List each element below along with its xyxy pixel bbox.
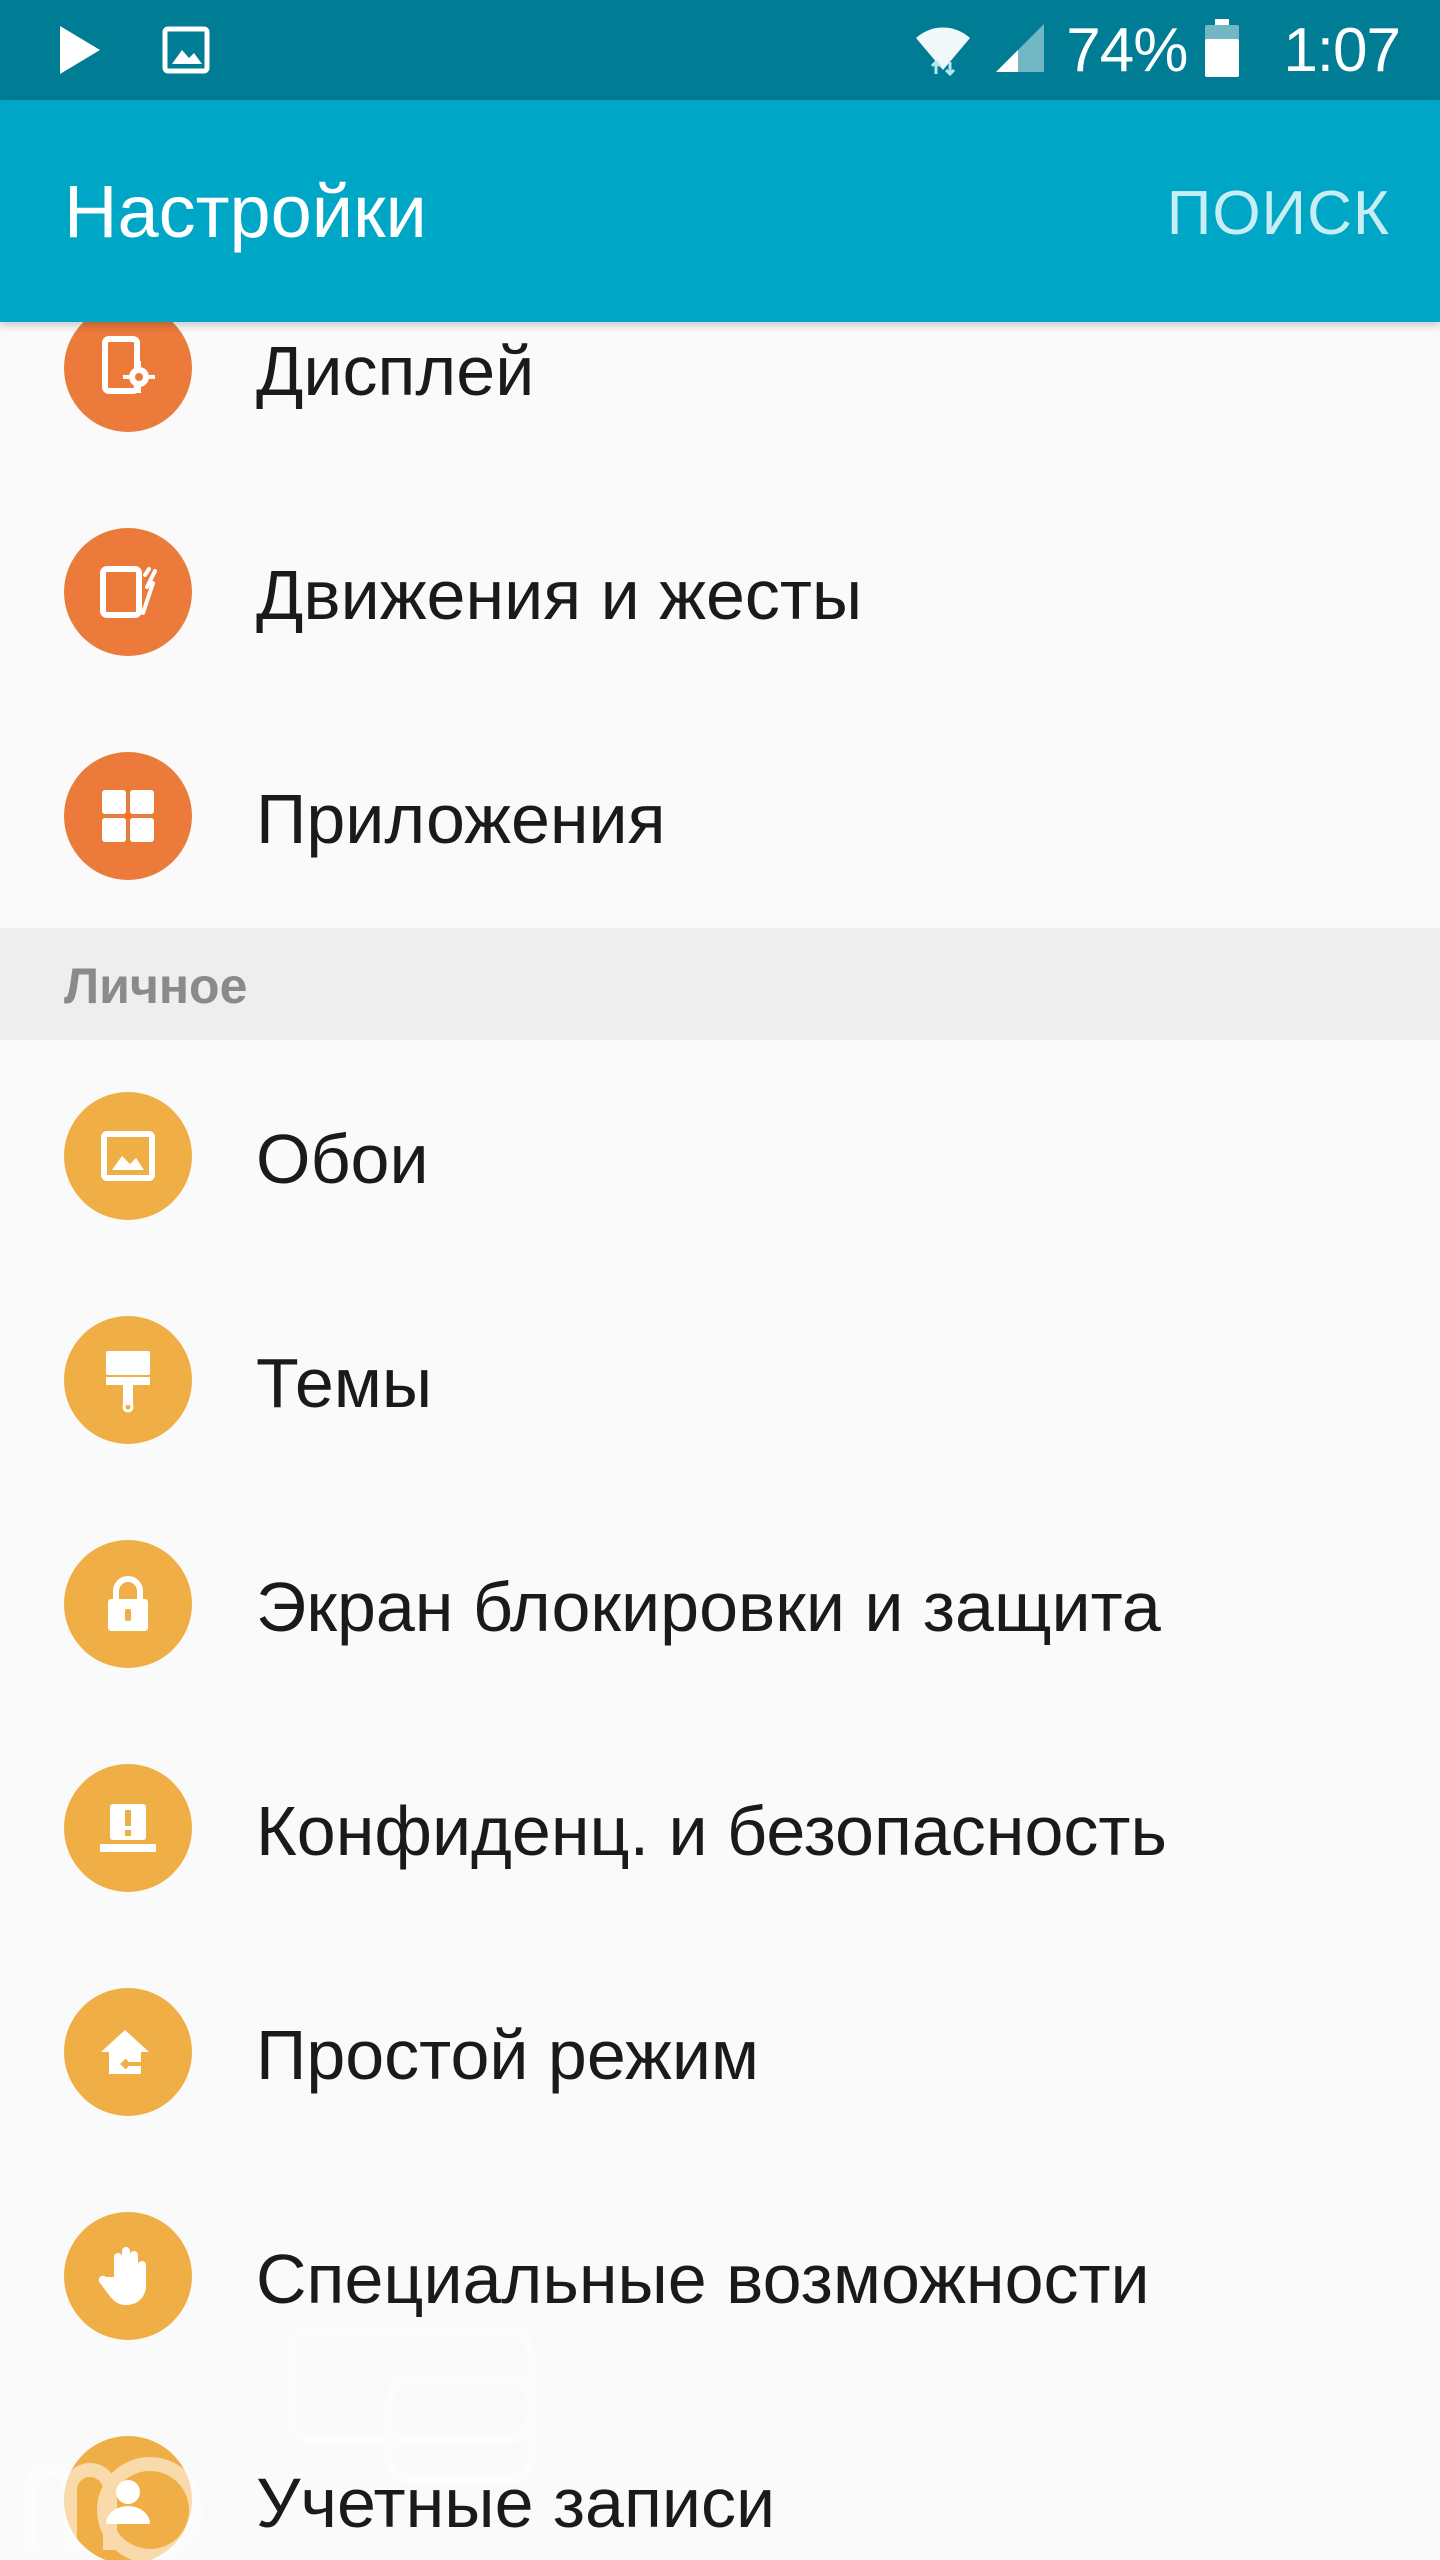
settings-item-label: Дисплей — [256, 332, 535, 410]
gallery-icon — [162, 26, 210, 79]
settings-item-motions[interactable]: Движения и жесты — [0, 480, 1440, 704]
display-settings-icon — [64, 304, 192, 432]
settings-item-accessibility[interactable]: Специальные возможности — [0, 2160, 1440, 2384]
privacy-safety-icon — [64, 1764, 192, 1892]
settings-item-label: Учетные записи — [256, 2464, 776, 2542]
accessibility-hand-icon — [64, 2212, 192, 2340]
themes-brush-icon — [64, 1316, 192, 1444]
wallpaper-icon — [64, 1092, 192, 1220]
settings-item-themes[interactable]: Темы — [0, 1264, 1440, 1488]
settings-item-label: Приложения — [256, 780, 666, 858]
battery-percent: 74% — [1066, 15, 1188, 85]
battery-icon — [1205, 18, 1240, 82]
status-bar: 74% 1:07 — [0, 0, 1440, 100]
accounts-icon — [64, 2436, 192, 2560]
wifi-icon — [912, 20, 974, 81]
page-title: Настройки — [64, 170, 427, 253]
settings-item-label: Конфиденц. и безопасность — [256, 1792, 1167, 1870]
clock: 1:07 — [1283, 15, 1401, 85]
settings-item-privacy[interactable]: Конфиденц. и безопасность — [0, 1712, 1440, 1936]
settings-item-label: Движения и жесты — [256, 556, 863, 634]
apps-icon — [64, 752, 192, 880]
signal-icon — [992, 20, 1048, 81]
motion-gestures-icon — [64, 528, 192, 656]
settings-item-accounts[interactable]: Учетные записи — [0, 2384, 1440, 2560]
settings-item-lock-screen[interactable]: Экран блокировки и защита — [0, 1488, 1440, 1712]
lock-icon — [64, 1540, 192, 1668]
section-header-personal: Личное — [0, 928, 1440, 1040]
play-store-icon — [58, 24, 102, 81]
settings-item-label: Экран блокировки и защита — [256, 1568, 1161, 1646]
settings-item-label: Обои — [256, 1120, 429, 1198]
app-bar: Настройки ПОИСК — [0, 100, 1440, 322]
settings-screen: 74% 1:07 Настройки ПОИСК Дисплей Движени… — [0, 0, 1440, 2560]
settings-item-easy-mode[interactable]: Простой режим — [0, 1936, 1440, 2160]
settings-item-apps[interactable]: Приложения — [0, 704, 1440, 928]
settings-item-label: Темы — [256, 1344, 433, 1422]
settings-item-label: Простой режим — [256, 2016, 760, 2094]
section-header-label: Личное — [64, 958, 248, 1014]
search-button[interactable]: ПОИСК — [1167, 176, 1390, 252]
settings-item-wallpaper[interactable]: Обои — [0, 1040, 1440, 1264]
easy-mode-icon — [64, 1988, 192, 2116]
settings-item-label: Специальные возможности — [256, 2240, 1150, 2318]
